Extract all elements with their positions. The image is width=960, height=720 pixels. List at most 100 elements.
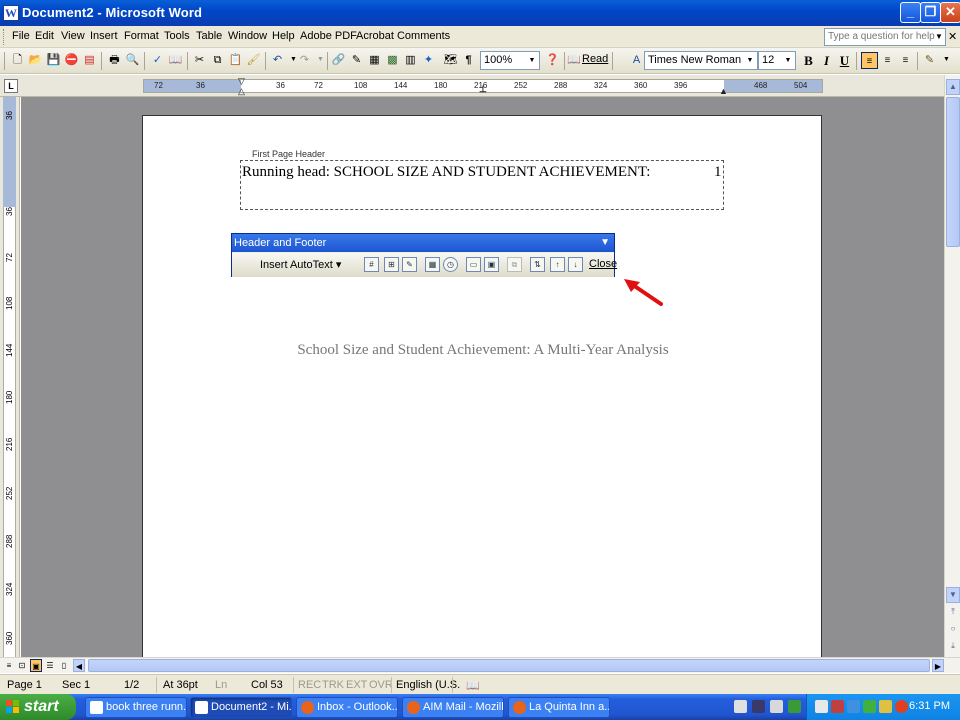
- help-dropdown-icon[interactable]: ▼: [932, 28, 946, 46]
- switch-header-footer-icon[interactable]: ⇅: [530, 257, 545, 272]
- horizontal-scroll-thumb[interactable]: [88, 659, 930, 672]
- menu-edit[interactable]: Edit: [35, 30, 54, 42]
- close-header-footer-button[interactable]: Close: [589, 258, 617, 270]
- scroll-down-icon[interactable]: ▼: [946, 587, 960, 603]
- header-footer-toolbar[interactable]: Header and Footer ▼ Insert AutoText ▾ # …: [231, 233, 617, 277]
- open-folder-icon[interactable]: 📂: [27, 52, 44, 69]
- insert-date-icon[interactable]: ▦: [425, 257, 440, 272]
- insert-autotext-button[interactable]: Insert AutoText ▾: [260, 258, 341, 271]
- show-hide-document-text-icon[interactable]: ▣: [484, 257, 499, 272]
- pdf-icon[interactable]: ▤: [81, 52, 98, 69]
- document-page[interactable]: First Page Header Running head: SCHOOL S…: [142, 115, 822, 657]
- format-painter-icon[interactable]: 🖌: [245, 52, 262, 69]
- taskbar-item-aim-mail[interactable]: AIM Mail - Mozilla...: [402, 697, 504, 718]
- document-area[interactable]: First Page Header Running head: SCHOOL S…: [21, 97, 944, 657]
- reading-layout-view-icon[interactable]: ▯: [58, 659, 70, 672]
- read-mode-icon[interactable]: 📖: [567, 52, 581, 69]
- permission-icon[interactable]: ⛔: [63, 52, 80, 69]
- pen-icon[interactable]: [770, 700, 783, 713]
- next-page-icon[interactable]: ⤓: [946, 639, 960, 655]
- menu-insert[interactable]: Insert: [90, 30, 118, 42]
- taskbar-item-la-quinta[interactable]: La Quinta Inn a...: [508, 697, 610, 718]
- font-size-select[interactable]: 12 ▼: [758, 51, 796, 70]
- scroll-up-icon[interactable]: ▲: [946, 79, 960, 95]
- tray-icon[interactable]: [895, 700, 908, 713]
- read-button[interactable]: Read: [582, 53, 608, 65]
- insert-time-icon[interactable]: ◷: [443, 257, 458, 272]
- underline-button[interactable]: U: [836, 52, 853, 69]
- save-icon[interactable]: 💾: [45, 52, 62, 69]
- print-layout-view-icon[interactable]: ▣: [30, 659, 42, 672]
- same-as-previous-icon[interactable]: ⧉: [507, 257, 522, 272]
- taskbar-item-book[interactable]: book three runn...: [85, 697, 187, 718]
- bold-button[interactable]: B: [800, 52, 817, 69]
- research-icon[interactable]: 📖: [167, 52, 184, 69]
- tray-icon[interactable]: [831, 700, 844, 713]
- zoom-dropdown-icon[interactable]: ▼: [526, 53, 538, 68]
- redo-icon[interactable]: ↷: [296, 52, 313, 69]
- tray-icon[interactable]: [847, 700, 860, 713]
- horizontal-ruler[interactable]: 72 36 36 72 108 144 180 216 252 288 324 …: [143, 76, 823, 96]
- help-search-input[interactable]: Type a question for help: [824, 28, 946, 46]
- spelling-status-icon[interactable]: 📖: [466, 679, 480, 692]
- font-name-select[interactable]: Times New Roman ▼: [644, 51, 758, 70]
- right-indent-marker-icon[interactable]: ▲: [719, 85, 728, 97]
- align-center-icon[interactable]: ≡: [879, 52, 896, 69]
- document-map-icon[interactable]: 🗺: [442, 52, 459, 69]
- tool-icon[interactable]: [734, 700, 747, 713]
- menu-tools[interactable]: Tools: [164, 30, 190, 42]
- status-ovr[interactable]: OVR: [369, 679, 393, 691]
- insert-table-icon[interactable]: ▦: [366, 52, 383, 69]
- toolbar-options-dropdown-icon[interactable]: ▼: [600, 234, 610, 252]
- select-browse-object-icon[interactable]: ○: [946, 622, 960, 638]
- align-right-icon[interactable]: ≡: [897, 52, 914, 69]
- menu-acrobat-comments[interactable]: Acrobat Comments: [356, 30, 450, 42]
- highlight-icon[interactable]: ✎: [921, 52, 938, 69]
- menu-format[interactable]: Format: [124, 30, 159, 42]
- status-language[interactable]: English (U.S.: [396, 679, 460, 691]
- columns-icon[interactable]: ▥: [402, 52, 419, 69]
- header-footer-toolbar-titlebar[interactable]: Header and Footer ▼: [232, 234, 614, 252]
- drawing-icon[interactable]: ✦: [420, 52, 437, 69]
- maximize-button[interactable]: ❐: [920, 2, 941, 23]
- tray-icon[interactable]: [879, 700, 892, 713]
- show-previous-icon[interactable]: ↑: [550, 257, 565, 272]
- spelling-icon[interactable]: ✓: [149, 52, 166, 69]
- status-rec[interactable]: REC: [298, 679, 321, 691]
- copy-icon[interactable]: ⧉: [209, 52, 226, 69]
- menu-window[interactable]: Window: [228, 30, 267, 42]
- menu-help[interactable]: Help: [272, 30, 295, 42]
- zoom-select[interactable]: 100% ▼: [480, 51, 540, 70]
- status-trk[interactable]: TRK: [322, 679, 344, 691]
- show-next-icon[interactable]: ↓: [568, 257, 583, 272]
- toolbar-options-icon[interactable]: ▼: [938, 52, 955, 69]
- page-setup-icon[interactable]: ▭: [466, 257, 481, 272]
- insert-page-number-icon[interactable]: #: [364, 257, 379, 272]
- outline-view-icon[interactable]: ☰: [44, 659, 56, 672]
- paper-title[interactable]: School Size and Student Achievement: A M…: [143, 342, 823, 359]
- menu-file[interactable]: File: [12, 30, 30, 42]
- scroll-left-icon[interactable]: ◀: [73, 659, 85, 672]
- insert-number-of-pages-icon[interactable]: ⊞: [384, 257, 399, 272]
- menu-view[interactable]: View: [61, 30, 85, 42]
- tab-stop-center-icon[interactable]: ⊥: [479, 83, 487, 95]
- status-ext[interactable]: EXT: [346, 679, 367, 691]
- document-close-icon[interactable]: ✕: [948, 30, 957, 43]
- styles-icon[interactable]: A: [628, 52, 645, 69]
- close-button[interactable]: ✕: [940, 2, 960, 23]
- cut-icon[interactable]: ✂: [191, 52, 208, 69]
- tray-icon[interactable]: [815, 700, 828, 713]
- font-dropdown-icon[interactable]: ▼: [744, 53, 756, 68]
- taskbar-item-document2[interactable]: Document2 - Mi...: [190, 697, 292, 718]
- paste-icon[interactable]: 📋: [227, 52, 244, 69]
- print-icon[interactable]: 🖶: [106, 52, 123, 69]
- align-left-icon[interactable]: ≡: [861, 52, 878, 69]
- undo-icon[interactable]: ↶: [269, 52, 286, 69]
- taskbar-item-inbox[interactable]: Inbox - Outlook...: [296, 697, 398, 718]
- monitor-icon[interactable]: [752, 700, 765, 713]
- left-indent-marker-icon[interactable]: △: [238, 85, 245, 97]
- clock[interactable]: 6:31 PM: [909, 700, 950, 712]
- vertical-ruler[interactable]: 36 36 72 108 144 180 216 252 288 324 360: [0, 97, 20, 657]
- italic-button[interactable]: I: [818, 52, 835, 69]
- insert-excel-icon[interactable]: ▩: [384, 52, 401, 69]
